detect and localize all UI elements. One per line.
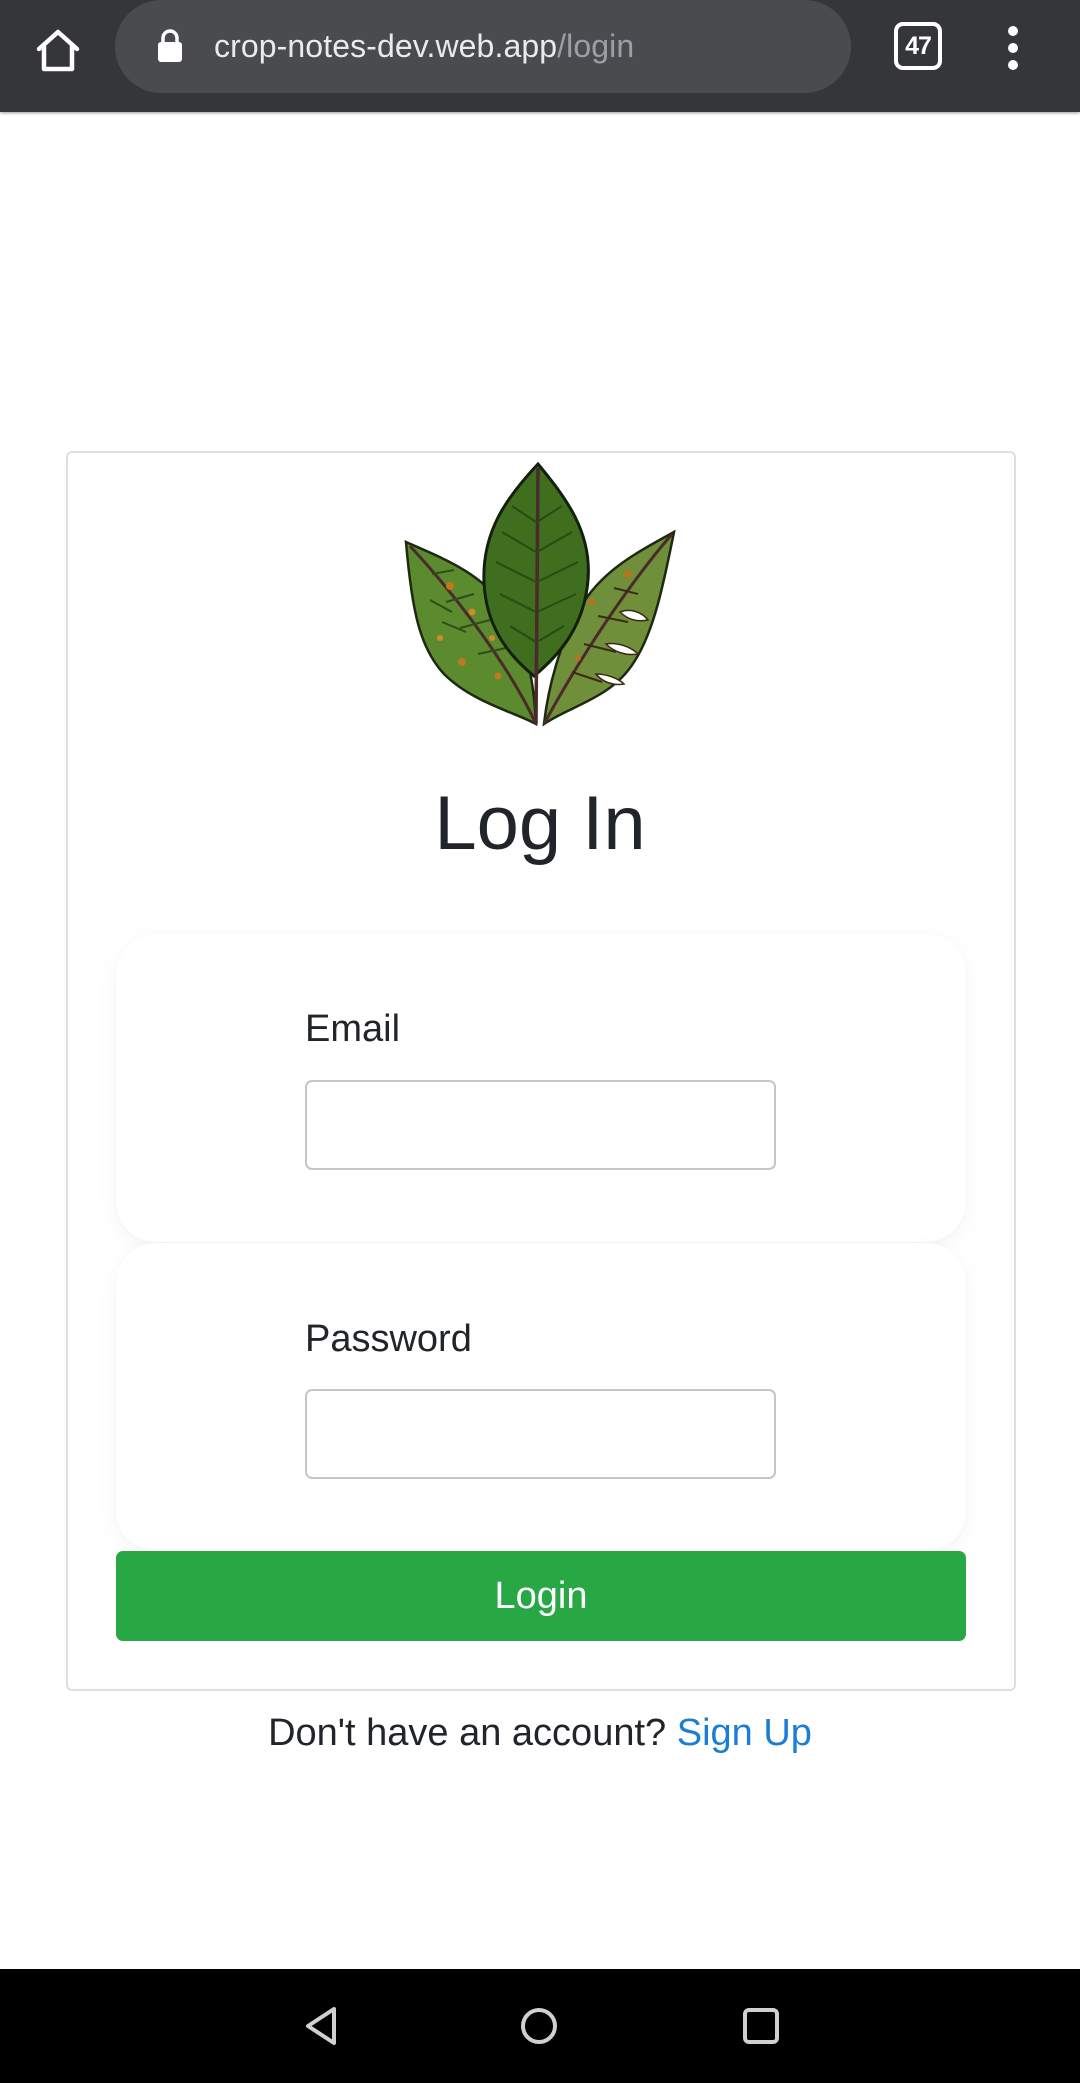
- url-host: crop-notes-dev.web.app: [214, 28, 558, 64]
- more-vert-icon[interactable]: [993, 20, 1033, 76]
- email-label: Email: [305, 1008, 401, 1050]
- android-nav-bar: [0, 1969, 1080, 2083]
- tab-count: 47: [905, 31, 932, 60]
- signup-link[interactable]: Sign Up: [677, 1712, 812, 1754]
- home-button[interactable]: [26, 18, 90, 82]
- password-label: Password: [305, 1318, 472, 1360]
- login-page: crop-notes-dev.web.app/login 47 Log In E…: [0, 0, 1080, 2083]
- url-text: crop-notes-dev.web.app/login: [214, 0, 634, 93]
- password-input[interactable]: [305, 1389, 776, 1479]
- address-bar[interactable]: crop-notes-dev.web.app/login: [115, 0, 851, 93]
- home-icon: [36, 29, 80, 72]
- signup-prompt: Don't have an account? Sign Up: [0, 1712, 1080, 1755]
- browser-toolbar: crop-notes-dev.web.app/login 47: [0, 0, 1080, 112]
- home-circle-icon[interactable]: [514, 2001, 564, 2051]
- tabs-button[interactable]: 47: [894, 22, 942, 70]
- lock-icon: [158, 29, 182, 62]
- recents-icon[interactable]: [736, 2001, 786, 2051]
- back-icon[interactable]: [296, 2001, 346, 2051]
- email-input[interactable]: [305, 1080, 776, 1170]
- page-title: Log In: [434, 781, 646, 866]
- url-path: /login: [557, 28, 635, 64]
- login-button[interactable]: Login: [116, 1551, 966, 1641]
- signup-prompt-text: Don't have an account?: [268, 1712, 667, 1754]
- leaves-logo: [404, 462, 676, 727]
